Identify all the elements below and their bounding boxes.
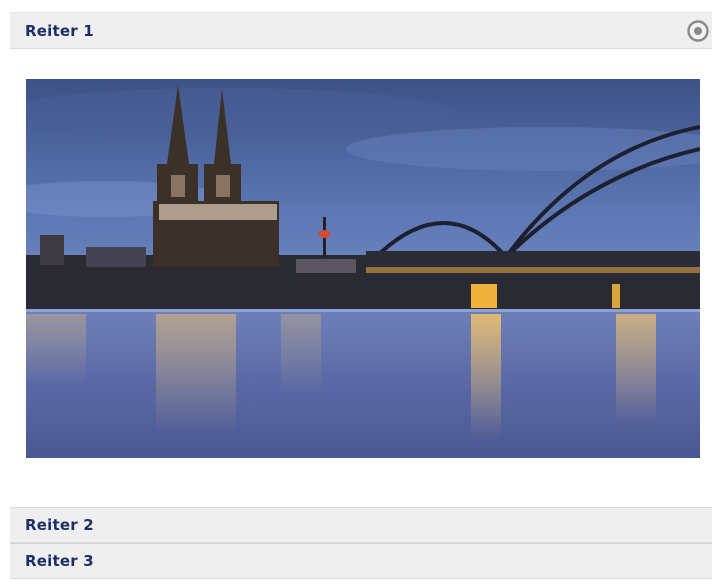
- tab-label: Reiter 3: [25, 552, 94, 570]
- tab-panel-reiter-1: [10, 49, 712, 507]
- target-icon[interactable]: [687, 20, 709, 42]
- cologne-cathedral-photo: [26, 79, 700, 458]
- tab-label: Reiter 1: [25, 21, 94, 40]
- tab-reiter-1[interactable]: Reiter 1: [10, 12, 712, 49]
- tab-label: Reiter 2: [25, 516, 94, 534]
- tab-reiter-2[interactable]: Reiter 2: [10, 507, 712, 543]
- accordion: Reiter 1 Reiter 2 Reiter 3: [10, 12, 712, 581]
- tab-reiter-3[interactable]: Reiter 3: [10, 543, 712, 579]
